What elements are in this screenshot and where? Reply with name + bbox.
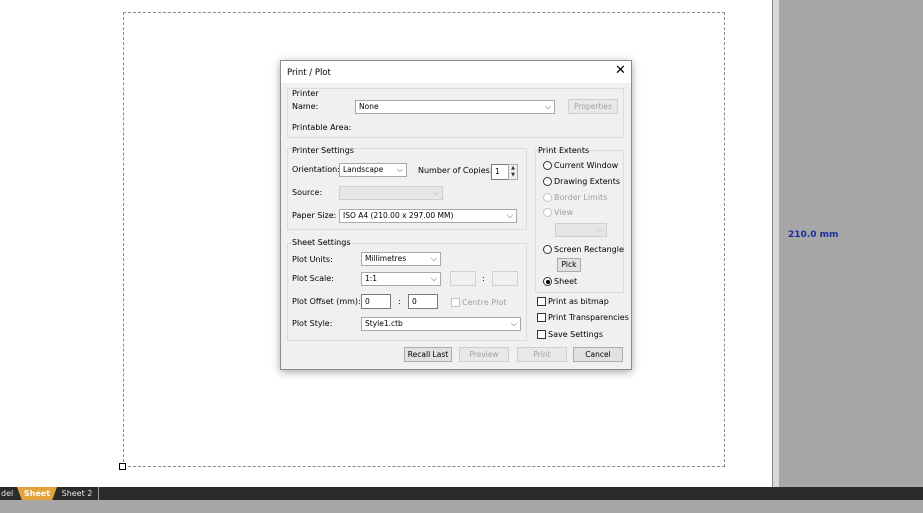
print-plot-dialog: Print / Plot ✕ Printer Name: None ⌵ Prop… [280,60,632,370]
preview-button[interactable]: Preview [459,347,509,362]
origin-handle[interactable] [119,463,126,470]
tab-separator [98,487,99,500]
copies-stepper[interactable]: ▲ ▼ [508,164,518,180]
centre-plot-label: Centre Plot [462,298,507,307]
sheet-settings-group-label: Sheet Settings [292,238,351,247]
tab-sheet-2[interactable]: Sheet 2 [56,487,98,500]
tab-sheet-1[interactable]: Sheet 1 [17,487,57,500]
printer-group-label: Printer [292,89,319,98]
printer-settings-group-label: Printer Settings [292,146,354,155]
print-extents-group-label: Print Extents [538,146,590,155]
copies-label: Number of Copies: [418,166,493,175]
drawing-extents-radio[interactable] [543,177,552,186]
view-label: View [554,208,573,217]
source-label: Source: [292,188,323,197]
plot-units-label: Plot Units: [292,255,333,264]
printable-area-label: Printable Area: [292,123,352,132]
print-as-bitmap-label: Print as bitmap [548,297,609,306]
chevron-down-icon: ⌵ [396,165,403,174]
screen-rectangle-label: Screen Rectangle [554,245,624,254]
current-window-label: Current Window [554,161,619,170]
dialog-title-bar[interactable] [281,61,631,83]
chevron-down-icon: ⌵ [596,225,603,234]
pick-button[interactable]: Pick [557,258,581,272]
centre-plot-checkbox[interactable] [451,298,460,307]
paper-size-label: Paper Size: [292,211,337,220]
paper-size-select[interactable]: ISO A4 (210.00 x 297.00 MM) ⌵ [339,209,517,223]
paper-size-value: ISO A4 (210.00 x 297.00 MM) [343,211,454,220]
recall-last-button[interactable]: Recall Last [404,347,452,362]
offset-x-input[interactable]: 0 [361,294,391,309]
vertical-scrollbar[interactable] [772,0,779,487]
offset-y-input[interactable]: 0 [408,294,438,309]
plot-scale-select[interactable]: 1:1 ⌵ [361,272,441,286]
scale-numerator-input[interactable] [450,271,476,286]
sheet-label: Sheet [554,277,578,286]
sheet-radio[interactable] [543,277,552,286]
plot-offset-label: Plot Offset (mm): [292,297,361,306]
print-transparencies-checkbox[interactable] [537,313,546,322]
offset-separator: : [398,297,401,306]
current-window-radio[interactable] [543,161,552,170]
printer-name-label: Name: [292,102,319,111]
chevron-down-icon: ⌵ [506,211,513,220]
source-select[interactable]: ⌵ [339,186,443,200]
view-select[interactable]: ⌵ [555,223,607,237]
close-icon[interactable]: ✕ [615,64,626,78]
plot-style-label: Plot Style: [292,319,333,328]
properties-button[interactable]: Properties [568,99,618,114]
plot-units-value: Millimetres [365,254,407,263]
orientation-label: Orientation: [292,165,340,174]
orientation-select[interactable]: Landscape ⌵ [339,163,407,177]
chevron-down-icon: ⌵ [430,274,437,283]
print-as-bitmap-checkbox[interactable] [537,297,546,306]
dimension-label: 210.0 mm [788,230,839,240]
border-limits-label: Border Limits [554,193,608,202]
save-settings-label: Save Settings [548,330,603,339]
drawing-extents-label: Drawing Extents [554,177,621,186]
scale-separator: : [482,274,485,283]
orientation-value: Landscape [343,165,384,174]
save-settings-checkbox[interactable] [537,330,546,339]
plot-style-value: Style1.ctb [365,319,403,328]
view-radio[interactable] [543,208,552,217]
printer-name-select[interactable]: None ⌵ [355,100,555,114]
copies-input[interactable]: 1 [491,164,509,180]
plot-scale-value: 1:1 [365,274,378,283]
printer-name-value: None [359,102,379,111]
chevron-down-icon: ⌵ [510,319,517,328]
chevron-down-icon: ⌵ [432,188,439,197]
chevron-down-icon: ⌵ [430,254,437,263]
print-button[interactable]: Print [517,347,567,362]
chevron-down-icon: ⌵ [544,102,551,111]
cancel-button[interactable]: Cancel [573,347,623,362]
print-transparencies-label: Print Transparencies [548,313,629,322]
tab-model[interactable]: del [0,487,18,500]
dialog-title: Print / Plot [287,68,331,78]
scale-denominator-input[interactable] [492,271,518,286]
plot-units-select[interactable]: Millimetres ⌵ [361,252,441,266]
screen-rectangle-radio[interactable] [543,245,552,254]
plot-scale-label: Plot Scale: [292,274,334,283]
plot-style-select[interactable]: Style1.ctb ⌵ [361,317,521,331]
sheet-tab-bar [0,487,923,500]
border-limits-radio[interactable] [543,193,552,202]
